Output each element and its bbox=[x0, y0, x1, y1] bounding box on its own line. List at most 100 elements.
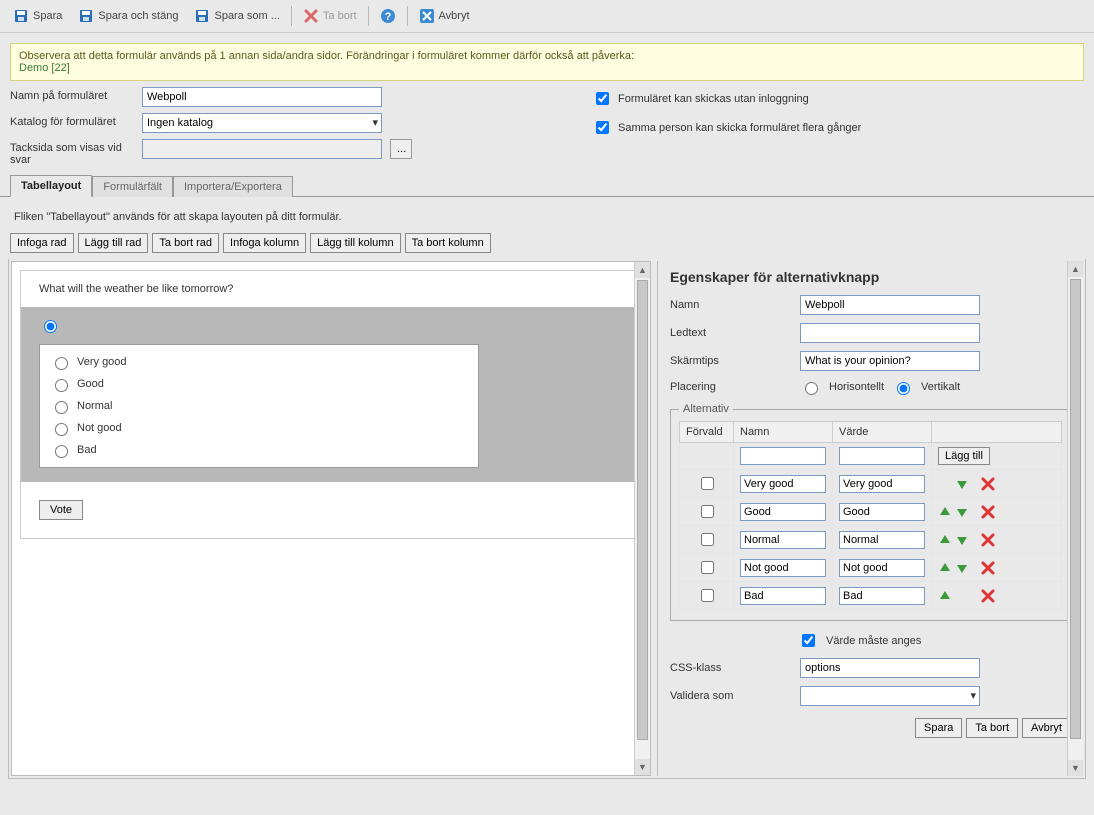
delete-row-icon[interactable] bbox=[981, 533, 995, 547]
option-label: Bad bbox=[77, 444, 97, 456]
default-checkbox[interactable] bbox=[701, 477, 714, 490]
option-row[interactable]: Bad bbox=[50, 439, 468, 461]
tab-import-export[interactable]: Importera/Exportera bbox=[173, 176, 293, 197]
scroll-up-icon[interactable]: ▲ bbox=[1068, 261, 1083, 277]
catalog-label: Katalog för formuläret bbox=[10, 113, 134, 128]
cancel-button[interactable]: Avbryt bbox=[412, 4, 477, 28]
tab-layout[interactable]: Tabellayout bbox=[10, 175, 92, 197]
row-name-input[interactable] bbox=[740, 587, 826, 605]
prop-tooltip-label: Skärmtips bbox=[670, 355, 792, 367]
option-radio[interactable] bbox=[55, 445, 68, 458]
move-down-icon[interactable] bbox=[955, 533, 969, 547]
move-down-icon[interactable] bbox=[955, 505, 969, 519]
delete-col-button[interactable]: Ta bort kolumn bbox=[405, 233, 491, 253]
option-row[interactable]: Normal bbox=[50, 395, 468, 417]
move-down-icon[interactable] bbox=[955, 561, 969, 575]
toolbar-separator bbox=[368, 6, 369, 26]
move-up-icon[interactable] bbox=[938, 533, 952, 547]
thanks-label: Tacksida som visas vid svar bbox=[10, 139, 134, 166]
row-value-input[interactable] bbox=[839, 503, 925, 521]
row-value-input[interactable] bbox=[839, 475, 925, 493]
scroll-thumb[interactable] bbox=[1070, 279, 1081, 739]
default-checkbox[interactable] bbox=[701, 561, 714, 574]
warning-notice: Observera att detta formulär används på … bbox=[10, 43, 1084, 81]
new-name-input[interactable] bbox=[740, 447, 826, 465]
option-radio[interactable] bbox=[55, 401, 68, 414]
placement-v-radio[interactable] bbox=[897, 382, 910, 395]
placement-h-radio[interactable] bbox=[805, 382, 818, 395]
thanks-input[interactable] bbox=[142, 139, 382, 159]
row-name-input[interactable] bbox=[740, 475, 826, 493]
scroll-up-icon[interactable]: ▲ bbox=[635, 262, 650, 278]
option-row[interactable]: Good bbox=[50, 373, 468, 395]
notice-link[interactable]: Demo [22] bbox=[19, 62, 70, 74]
vote-button[interactable]: Vote bbox=[39, 500, 83, 520]
preview-question[interactable]: What will the weather be like tomorrow? bbox=[21, 271, 641, 307]
insert-col-button[interactable]: Infoga kolumn bbox=[223, 233, 306, 253]
row-value-input[interactable] bbox=[839, 587, 925, 605]
add-row-button[interactable]: Lägg till rad bbox=[78, 233, 149, 253]
row-name-input[interactable] bbox=[740, 559, 826, 577]
scroll-thumb[interactable] bbox=[637, 280, 648, 740]
help-icon: ? bbox=[380, 8, 396, 24]
scroll-down-icon[interactable]: ▼ bbox=[635, 759, 650, 775]
help-button[interactable]: ? bbox=[373, 4, 403, 28]
new-value-input[interactable] bbox=[839, 447, 925, 465]
preview-field-selected[interactable]: Very good Good Normal Not good Bad bbox=[21, 307, 641, 482]
default-checkbox[interactable] bbox=[701, 589, 714, 602]
move-up-icon[interactable] bbox=[938, 505, 952, 519]
save-as-button[interactable]: Spara som ... bbox=[187, 4, 286, 28]
multi-checkbox[interactable] bbox=[596, 121, 609, 134]
properties-scrollbar[interactable]: ▲ ▼ bbox=[1067, 261, 1083, 776]
option-radio[interactable] bbox=[55, 423, 68, 436]
default-checkbox[interactable] bbox=[701, 505, 714, 518]
css-input[interactable] bbox=[800, 658, 980, 678]
option-row[interactable]: Very good bbox=[50, 351, 468, 373]
move-up-icon[interactable] bbox=[938, 561, 952, 575]
field-selector-radio[interactable] bbox=[44, 320, 57, 333]
cancel-icon bbox=[419, 8, 435, 24]
prop-placement-label: Placering bbox=[670, 381, 792, 393]
validate-label: Validera som bbox=[670, 690, 792, 702]
delete-row-icon[interactable] bbox=[981, 505, 995, 519]
preview-scrollbar[interactable]: ▲ ▼ bbox=[634, 262, 650, 775]
required-checkbox[interactable] bbox=[802, 634, 815, 647]
move-down-icon[interactable] bbox=[955, 477, 969, 491]
row-value-input[interactable] bbox=[839, 531, 925, 549]
delete-row-icon[interactable] bbox=[981, 589, 995, 603]
props-save-button[interactable]: Spara bbox=[915, 718, 962, 738]
row-name-input[interactable] bbox=[740, 531, 826, 549]
anon-checkbox[interactable] bbox=[596, 92, 609, 105]
option-radio[interactable] bbox=[55, 379, 68, 392]
props-cancel-button[interactable]: Avbryt bbox=[1022, 718, 1071, 738]
prop-tooltip-input[interactable] bbox=[800, 351, 980, 371]
move-up-icon[interactable] bbox=[938, 589, 952, 603]
browse-button[interactable]: ... bbox=[390, 139, 412, 159]
tab-fields[interactable]: Formulärfält bbox=[92, 176, 173, 197]
option-radio[interactable] bbox=[55, 357, 68, 370]
catalog-select[interactable] bbox=[142, 113, 382, 133]
add-col-button[interactable]: Lägg till kolumn bbox=[310, 233, 400, 253]
prop-caption-input[interactable] bbox=[800, 323, 980, 343]
save-close-button[interactable]: Spara och stäng bbox=[71, 4, 185, 28]
cancel-label: Avbryt bbox=[439, 10, 470, 22]
add-option-button[interactable]: Lägg till bbox=[938, 447, 990, 465]
delete-row-icon[interactable] bbox=[981, 561, 995, 575]
row-value-input[interactable] bbox=[839, 559, 925, 577]
properties-pane: Egenskaper för alternativknapp Namn Ledt… bbox=[657, 261, 1083, 776]
delete-row-button[interactable]: Ta bort rad bbox=[152, 233, 219, 253]
scroll-down-icon[interactable]: ▼ bbox=[1068, 760, 1083, 776]
save-as-label: Spara som ... bbox=[214, 10, 279, 22]
option-row[interactable]: Not good bbox=[50, 417, 468, 439]
delete-row-icon[interactable] bbox=[981, 477, 995, 491]
validate-select[interactable] bbox=[800, 686, 980, 706]
default-checkbox[interactable] bbox=[701, 533, 714, 546]
props-delete-button[interactable]: Ta bort bbox=[966, 718, 1018, 738]
row-name-input[interactable] bbox=[740, 503, 826, 521]
save-button[interactable]: Spara bbox=[6, 4, 69, 28]
prop-name-input[interactable] bbox=[800, 295, 980, 315]
save-icon bbox=[13, 8, 29, 24]
insert-row-button[interactable]: Infoga rad bbox=[10, 233, 74, 253]
form-name-input[interactable] bbox=[142, 87, 382, 107]
toolbar-separator bbox=[407, 6, 408, 26]
